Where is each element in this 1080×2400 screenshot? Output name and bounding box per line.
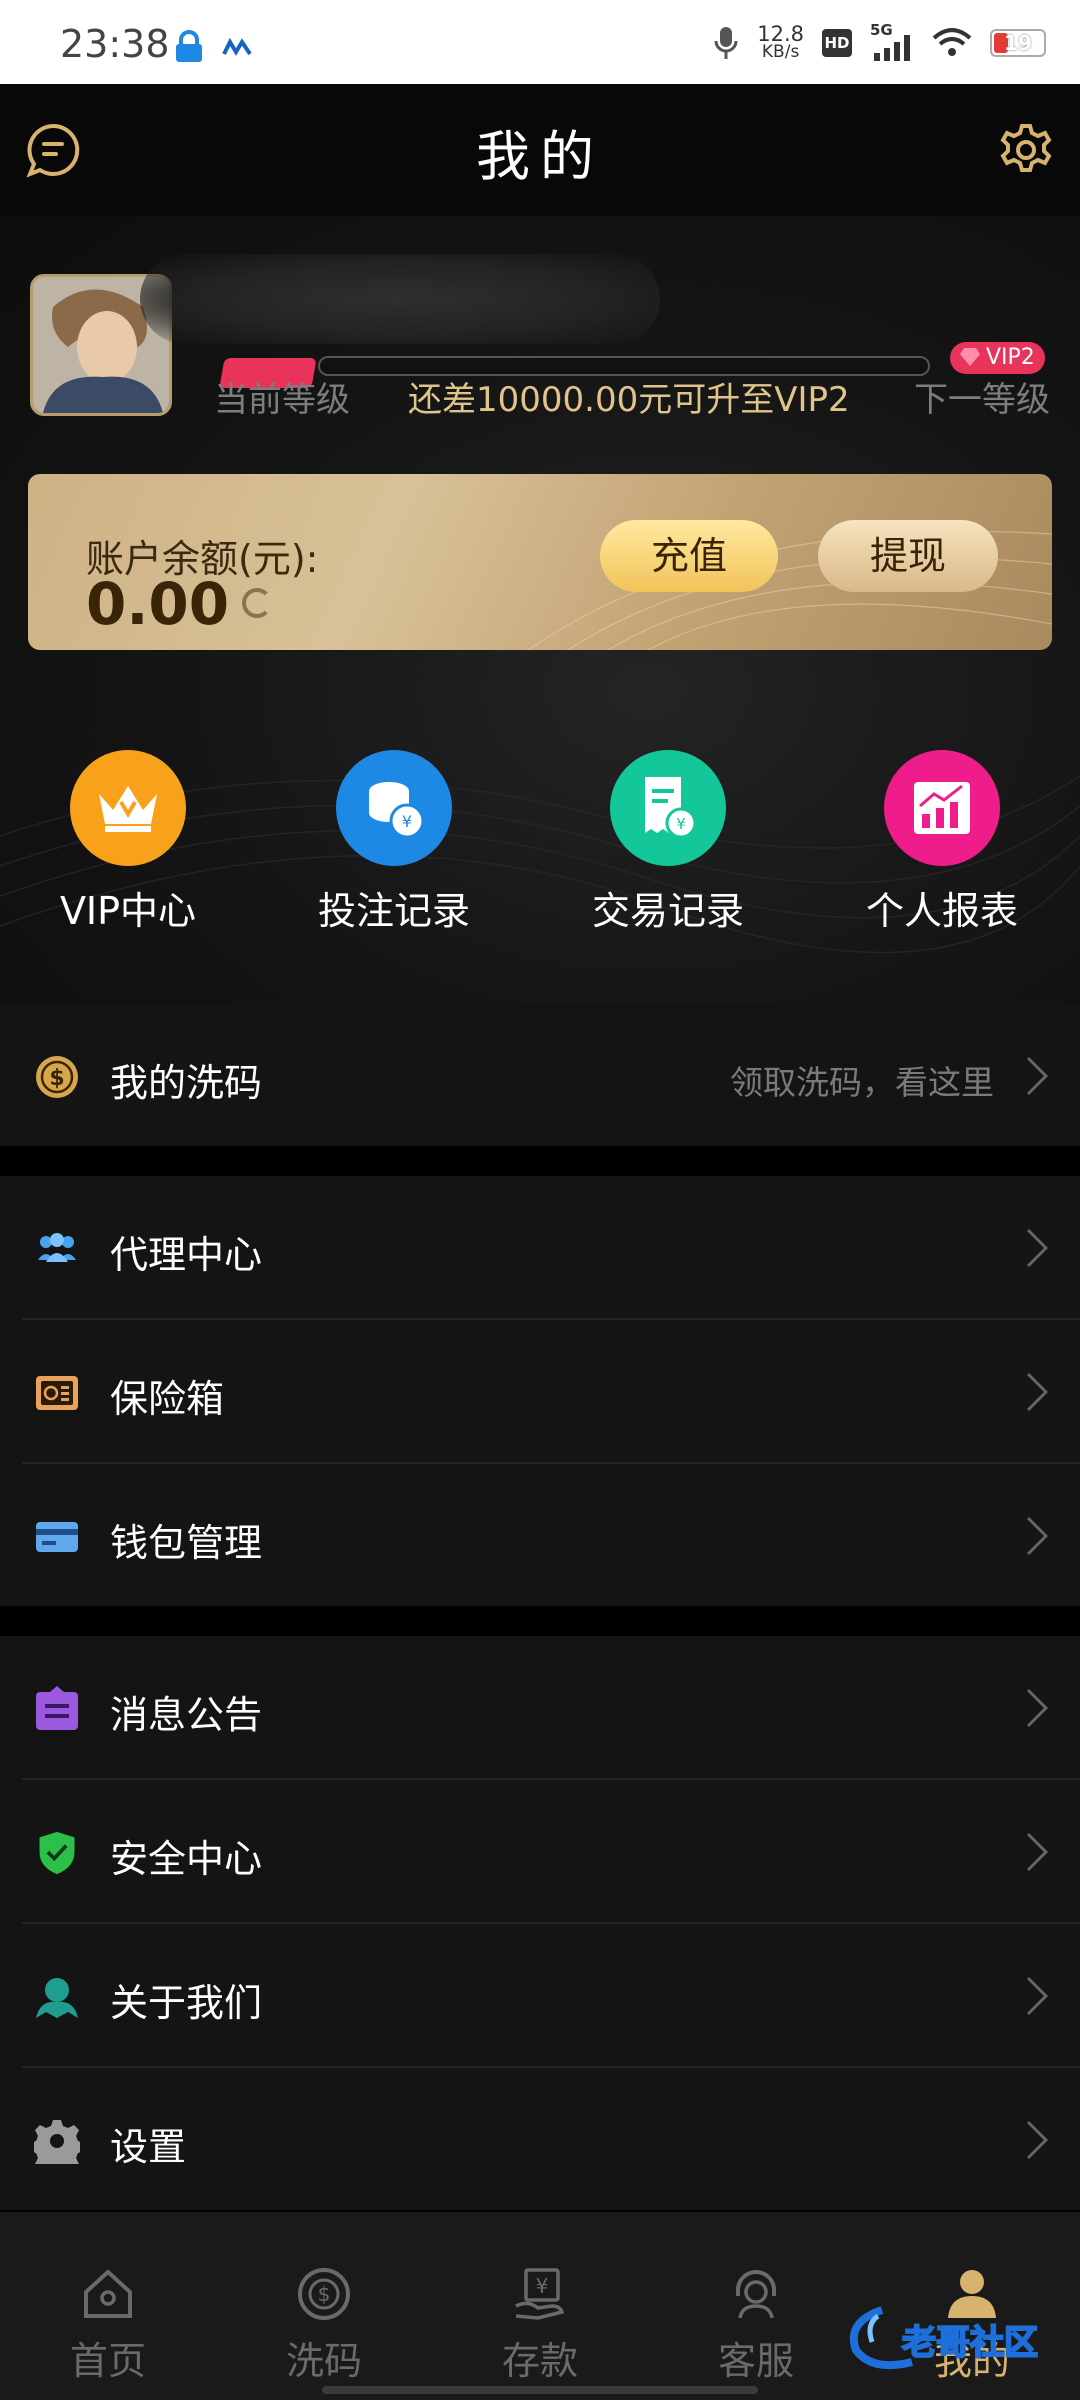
- deposit-icon: ¥: [515, 2268, 565, 2320]
- safe-icon: [36, 1376, 78, 1410]
- menu-label: 代理中心: [110, 1233, 263, 1277]
- signal-indicator: 5G: [870, 21, 914, 61]
- svg-text:¥: ¥: [676, 815, 686, 833]
- svg-text:$: $: [49, 1066, 64, 1091]
- chevron-right-icon: [1026, 1056, 1049, 1096]
- menu-row-about-us[interactable]: 关于我们: [0, 1924, 1080, 2068]
- profile-section: VIP2 当前等级 还差10000.00元可升至VIP2 下一等级 账户余额(元…: [0, 216, 1080, 1006]
- wallet-icon: [36, 1522, 78, 1552]
- wifi-icon: [932, 28, 972, 56]
- status-indicators: 12.8 KB/s HD 5G 19: [713, 18, 1046, 68]
- chevron-right-icon: [1026, 1372, 1049, 1412]
- receipt-icon: ¥: [610, 750, 726, 866]
- menu-label: 设置: [110, 2125, 187, 2169]
- chart-icon: [884, 750, 1000, 866]
- quick-label: 交易记录: [591, 889, 744, 933]
- menu-label: 保险箱: [110, 1377, 225, 1421]
- chevron-right-icon: [1026, 1516, 1049, 1556]
- svg-text:$: $: [318, 2282, 331, 2306]
- community-watermark-logo: 老哥社区: [849, 2306, 1039, 2370]
- battery-level: 19: [1004, 31, 1032, 55]
- menu-row-settings[interactable]: 设置: [0, 2068, 1080, 2212]
- nav-rebate[interactable]: $ 洗码: [234, 2266, 414, 2385]
- chevron-right-icon: [1026, 1228, 1049, 1268]
- rebate-row[interactable]: $ 我的洗码 领取洗码，看这里: [0, 1004, 1080, 1146]
- menu-label: 消息公告: [110, 1693, 263, 1737]
- upgrade-hint: 还差10000.00元可升至VIP2: [408, 380, 850, 420]
- page-title: 我的: [476, 125, 604, 188]
- settings-gear-icon[interactable]: [998, 122, 1054, 178]
- agent-icon: [38, 1233, 76, 1262]
- status-bar: 23:38 12.8 KB/s HD 5G 19: [0, 0, 1080, 84]
- menu-row-notices[interactable]: 消息公告: [0, 1636, 1080, 1780]
- about-icon: [36, 1978, 78, 2018]
- recharge-button[interactable]: 充值: [600, 520, 778, 592]
- chevron-right-icon: [1026, 2120, 1049, 2160]
- coin-dollar-icon: $: [36, 1056, 78, 1098]
- speed-unit: KB/s: [761, 42, 800, 62]
- crown-icon: [70, 750, 186, 866]
- app-notification-icon: [222, 38, 252, 56]
- nav-label: 存款: [501, 2339, 578, 2383]
- quick-bet-records[interactable]: ¥ 投注记录: [294, 750, 494, 935]
- network-speed: 12.8 KB/s: [757, 22, 804, 62]
- svg-text:老哥社区: 老哥社区: [902, 2323, 1038, 2363]
- next-level-label: 下一等级: [914, 380, 1050, 420]
- quick-label: 个人报表: [865, 889, 1018, 933]
- app-header: 我的: [0, 84, 1080, 216]
- quick-personal-report[interactable]: 个人报表: [842, 750, 1042, 935]
- rebate-icon: $: [298, 2268, 350, 2320]
- withdraw-button[interactable]: 提现: [818, 520, 998, 592]
- next-vip-label: VIP2: [986, 345, 1035, 370]
- rebate-label: 我的洗码: [110, 1061, 263, 1105]
- status-time: 23:38: [60, 22, 170, 66]
- menu-group-agent: 代理中心 保险箱 钱包管理: [0, 1176, 1080, 1606]
- rebate-hint: 领取洗码，看这里: [730, 1063, 994, 1102]
- nav-label: 客服: [717, 2339, 794, 2383]
- chevron-right-icon: [1026, 1976, 1049, 2016]
- svg-text:¥: ¥: [536, 2274, 549, 2298]
- nav-label: 洗码: [285, 2339, 362, 2383]
- coins-icon: ¥: [336, 750, 452, 866]
- menu-row-security-center[interactable]: 安全中心: [0, 1780, 1080, 1924]
- menu-row-wallet[interactable]: 钱包管理: [0, 1464, 1080, 1608]
- nav-home[interactable]: 首页: [18, 2266, 198, 2385]
- nav-label: 首页: [69, 2339, 146, 2383]
- home-icon: [84, 2269, 132, 2318]
- menu-label: 钱包管理: [110, 1521, 263, 1565]
- shield-icon: [39, 1831, 75, 1875]
- quick-label: 投注记录: [317, 889, 470, 933]
- service-icon: [736, 2270, 776, 2319]
- notice-icon: [36, 1686, 78, 1730]
- hd-badge: HD: [822, 29, 852, 57]
- nav-customer-service[interactable]: 客服: [666, 2266, 846, 2385]
- balance-card: 账户余额(元): 0.00 充值 提现: [28, 474, 1052, 650]
- next-vip-badge: VIP2: [950, 342, 1045, 374]
- rebate-section: $ 我的洗码 领取洗码，看这里: [0, 1004, 1080, 1146]
- mic-icon: [714, 27, 738, 59]
- balance-amount: 0.00: [86, 570, 230, 638]
- refresh-icon[interactable]: [242, 588, 272, 618]
- current-level-label: 当前等级: [214, 380, 350, 420]
- quick-transaction-records[interactable]: ¥ 交易记录: [568, 750, 768, 935]
- quick-vip-center[interactable]: VIP中心: [28, 750, 228, 935]
- gear-icon: [34, 2120, 80, 2164]
- quick-label: VIP中心: [59, 889, 197, 933]
- battery-indicator: 19: [990, 29, 1046, 57]
- gem-icon: [960, 348, 980, 366]
- lock-notification-icon: [176, 30, 202, 62]
- menu-row-safe-box[interactable]: 保险箱: [0, 1320, 1080, 1464]
- home-indicator: [322, 2386, 758, 2394]
- menu-row-agent-center[interactable]: 代理中心: [0, 1176, 1080, 1320]
- nav-deposit[interactable]: ¥ 存款: [450, 2266, 630, 2385]
- menu-group-info: 消息公告 安全中心 关于我们 设置: [0, 1636, 1080, 2210]
- signal-bars-icon: [874, 35, 910, 61]
- username-blurred: [140, 254, 660, 344]
- chevron-right-icon: [1026, 1832, 1049, 1872]
- svg-text:¥: ¥: [402, 812, 412, 831]
- speed-value: 12.8: [757, 22, 804, 46]
- menu-label: 安全中心: [110, 1837, 263, 1881]
- menu-label: 关于我们: [110, 1981, 263, 2025]
- chevron-right-icon: [1026, 1688, 1049, 1728]
